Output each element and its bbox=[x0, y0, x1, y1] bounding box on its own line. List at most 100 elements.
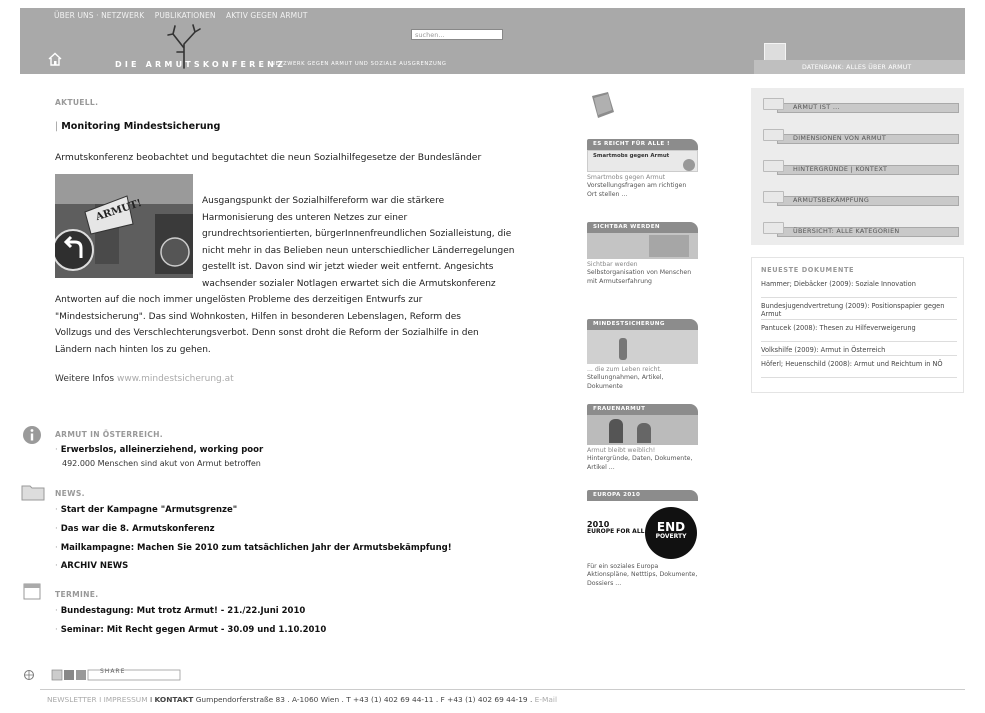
section-termine-label: TERMINE. bbox=[55, 590, 99, 599]
promo-es-reicht[interactable]: ES REICHT FÜR ALLE ! Smartmobs gegen Arm… bbox=[587, 139, 698, 199]
news-item[interactable]: · Mailkampagne: Machen Sie 2010 zum tatsä… bbox=[55, 543, 452, 553]
news-item-text[interactable]: Das war die 8. Armutskonferenz bbox=[61, 524, 215, 534]
promo-caption: Smartmobs gegen Armut Vorstellungsfragen … bbox=[587, 174, 698, 199]
footer-kontakt-link[interactable]: KONTAKT bbox=[155, 695, 194, 704]
folder-icon bbox=[21, 485, 45, 501]
article-photo: ARMUT! bbox=[55, 174, 193, 278]
footer-impressum-link[interactable]: IMPRESSUM bbox=[104, 695, 148, 704]
category-hintergruende[interactable]: HINTERGRÜNDE | KONTEXT bbox=[763, 160, 959, 175]
promo-image[interactable]: Smartmobs gegen Armut bbox=[587, 150, 698, 172]
document-item[interactable]: Bundesjugendvertretung (2009): Positions… bbox=[761, 302, 957, 320]
nav-aktiv-gegen-armut[interactable]: AKTIV GEGEN ARMUT bbox=[226, 11, 307, 20]
category-armutsbekaempfung[interactable]: ARMUTSBEKÄMPFUNG bbox=[763, 191, 959, 206]
promo-sichtbar-werden[interactable]: SICHTBAR WERDEN Sichtbar werden Selbstorg… bbox=[587, 222, 698, 286]
body-line: wachsender sozialer Notlagen erwartet si… bbox=[202, 278, 496, 289]
category-label[interactable]: ÜBERSICHT: ALLE KATEGORIEN bbox=[793, 227, 900, 235]
body-line: grundrechtsorientierten, bürgerInnenfreu… bbox=[202, 229, 512, 239]
news-archive-link[interactable]: · ARCHIV NEWS bbox=[55, 561, 128, 571]
category-label[interactable]: DIMENSIONEN VON ARMUT bbox=[793, 134, 886, 142]
promo-caption-title[interactable]: Sichtbar werden bbox=[587, 261, 638, 268]
promo-caption: Für ein soziales Europa Aktionspläne, Ne… bbox=[587, 563, 698, 587]
document-item[interactable]: Höferl; Heuenschild (2008): Armut und Re… bbox=[761, 360, 957, 378]
eu2010-logo: 2010 EUROPE FOR ALL bbox=[587, 521, 644, 536]
category-dimensionen[interactable]: DIMENSIONEN VON ARMUT bbox=[763, 129, 959, 144]
termin-item[interactable]: · Seminar: Mit Recht gegen Armut - 30.09 … bbox=[55, 625, 326, 635]
armut-item-sub: 492.000 Menschen sind akut von Armut bet… bbox=[62, 459, 261, 468]
folder-icon bbox=[763, 191, 784, 203]
site-header: ÜBER UNS · NETZWERK PUBLIKATIONEN AKTIV … bbox=[20, 8, 965, 74]
top-navigation: ÜBER UNS · NETZWERK PUBLIKATIONEN AKTIV … bbox=[54, 11, 316, 20]
more-info-link[interactable]: www.mindestsicherung.at bbox=[117, 374, 234, 384]
body-line: Ausgangspunkt der Sozialhilfereform war … bbox=[202, 196, 445, 206]
site-brand[interactable]: DIE ARMUTSKONFERENZ bbox=[115, 60, 286, 69]
category-armut-ist[interactable]: ARMUT IST ... bbox=[763, 98, 959, 113]
category-label[interactable]: HINTERGRÜNDE | KONTEXT bbox=[793, 165, 887, 173]
footer-separator: I bbox=[99, 695, 102, 704]
promo-image[interactable] bbox=[587, 415, 698, 445]
promo-heading[interactable]: FRAUENARMUT bbox=[587, 404, 698, 415]
news-item-text[interactable]: Mailkampagne: Machen Sie 2010 zum tatsäc… bbox=[61, 543, 452, 553]
share-bar: SHARE bbox=[22, 666, 202, 685]
promo-caption-title[interactable]: Armut bleibt weiblich! bbox=[587, 447, 655, 454]
termin-item-text[interactable]: Bundestagung: Mut trotz Armut! - 21./22.… bbox=[61, 606, 306, 616]
promo-heading[interactable]: ES REICHT FÜR ALLE ! bbox=[587, 139, 698, 150]
promo-mindestsicherung[interactable]: MINDESTSICHERUNG ... die zum Leben reich… bbox=[587, 319, 698, 391]
category-uebersicht[interactable]: ÜBERSICHT: ALLE KATEGORIEN bbox=[763, 222, 959, 237]
document-item[interactable]: Volkshilfe (2009): Armut in Österreich bbox=[761, 346, 957, 356]
database-label[interactable]: DATENBANK: ALLES ÜBER ARMUT bbox=[802, 64, 911, 71]
home-icon[interactable] bbox=[48, 52, 62, 66]
footer-email-link[interactable]: E-Mail bbox=[535, 695, 557, 704]
promo-heading[interactable]: SICHTBAR WERDEN bbox=[587, 222, 698, 233]
nav-ueber-uns[interactable]: ÜBER UNS · NETZWERK bbox=[54, 11, 144, 20]
category-label[interactable]: ARMUT IST ... bbox=[793, 103, 840, 111]
promo-image[interactable] bbox=[587, 330, 698, 364]
end-poverty-badge-top: END bbox=[656, 520, 686, 534]
section-aktuell-label: AKTUELL. bbox=[55, 98, 99, 107]
news-item-text[interactable]: Start der Kampagne "Armutsgrenze" bbox=[61, 505, 237, 515]
promo-europa-2010[interactable]: EUROPA 2010 2010 EUROPE FOR ALL END POVE… bbox=[587, 490, 698, 588]
news-archive-text[interactable]: ARCHIV NEWS bbox=[61, 561, 129, 571]
footer-newsletter-link[interactable]: NEWSLETTER bbox=[47, 695, 97, 704]
footer-address: Gumpendorferstraße 83 . A-1060 Wien . T … bbox=[195, 695, 533, 704]
share-globe-icon[interactable] bbox=[24, 670, 34, 680]
promo-image-detail bbox=[619, 338, 627, 360]
termin-item-text[interactable]: Seminar: Mit Recht gegen Armut - 30.09 u… bbox=[61, 625, 327, 635]
article-title[interactable]: | Monitoring Mindestsicherung bbox=[55, 121, 220, 132]
body-line: gestellt ist. Davon sind wir jetzt wiede… bbox=[202, 262, 494, 272]
more-info: Weitere Infos www.mindestsicherung.at bbox=[55, 374, 234, 384]
promo-frauenarmut[interactable]: FRAUENARMUT Armut bleibt weiblich! Hinter… bbox=[587, 404, 698, 472]
body-line: Harmonisierung des unteren Netzes zur ei… bbox=[202, 212, 408, 223]
armut-item[interactable]: · Erwerbslos, alleinerziehend, working po… bbox=[55, 445, 263, 455]
search-input[interactable]: suchen... bbox=[411, 29, 503, 40]
promo-image[interactable]: 2010 EUROPE FOR ALL END POVERTY bbox=[587, 501, 698, 561]
category-label[interactable]: ARMUTSBEKÄMPFUNG bbox=[793, 196, 869, 204]
promo-image[interactable] bbox=[587, 233, 698, 259]
category-panel: ARMUT IST ... DIMENSIONEN VON ARMUT HINT… bbox=[751, 88, 964, 245]
armut-item-text[interactable]: Erwerbslos, alleinerziehend, working poo… bbox=[61, 445, 263, 455]
news-item[interactable]: · Das war die 8. Armutskonferenz bbox=[55, 524, 215, 534]
nav-publikationen[interactable]: PUBLIKATIONEN bbox=[155, 11, 216, 20]
folder-icon bbox=[763, 98, 784, 110]
document-item[interactable]: Hammer; Diebäcker (2009): Soziale Innova… bbox=[761, 280, 957, 298]
share-label[interactable]: SHARE bbox=[100, 668, 125, 675]
news-item[interactable]: · Start der Kampagne "Armutsgrenze" bbox=[55, 505, 237, 515]
folder-icon bbox=[763, 160, 784, 172]
print-icon[interactable] bbox=[76, 670, 86, 680]
promo-caption-text: Vorstellungsfragen am richtigen Ort stel… bbox=[587, 182, 687, 198]
promo-caption-title[interactable]: Smartmobs gegen Armut bbox=[587, 174, 665, 181]
promo-heading[interactable]: MINDESTSICHERUNG bbox=[587, 319, 698, 330]
document-item[interactable]: Pantucek (2008): Thesen zu Hilfeverweige… bbox=[761, 324, 957, 342]
documents-panel: NEUESTE DOKUMENTE Hammer; Diebäcker (200… bbox=[751, 257, 964, 393]
termin-item[interactable]: · Bundestagung: Mut trotz Armut! - 21./22… bbox=[55, 606, 305, 616]
documents-title: NEUESTE DOKUMENTE bbox=[761, 266, 855, 274]
promo-image-detail bbox=[609, 419, 623, 443]
promo-heading[interactable]: EUROPA 2010 bbox=[587, 490, 698, 501]
facebook-icon[interactable] bbox=[64, 670, 74, 680]
promo-caption-title[interactable]: ... die zum Leben reicht. bbox=[587, 366, 662, 373]
end-poverty-badge-bottom: POVERTY bbox=[655, 533, 687, 540]
article-title-text[interactable]: Monitoring Mindestsicherung bbox=[61, 121, 220, 132]
bookmark-icon[interactable] bbox=[51, 669, 63, 681]
site-tagline: NETZWERK GEGEN ARMUT UND SOZIALE AUSGREN… bbox=[271, 61, 447, 67]
footer-divider bbox=[40, 689, 965, 690]
body-line: nicht mehr in das Belieben neun untersch… bbox=[202, 245, 515, 256]
